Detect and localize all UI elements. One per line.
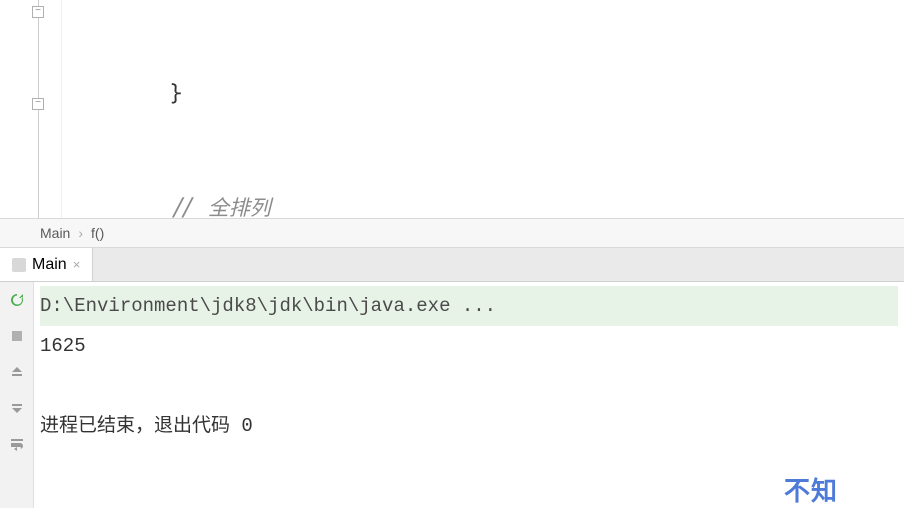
soft-wrap-icon[interactable] bbox=[7, 434, 27, 454]
code-area[interactable]: } // 全排列 for (int i = k; i < a.length; i… bbox=[62, 0, 904, 218]
down-stack-icon[interactable] bbox=[7, 398, 27, 418]
run-console-tabs: Main × bbox=[0, 248, 904, 282]
close-icon[interactable]: × bbox=[73, 257, 81, 272]
console-output-line: 1625 bbox=[40, 326, 898, 366]
tab-main[interactable]: Main × bbox=[0, 248, 93, 281]
breadcrumb-item[interactable]: f() bbox=[91, 225, 104, 241]
chevron-right-icon: › bbox=[78, 225, 83, 241]
console-toolbar bbox=[0, 282, 34, 508]
code-editor: − − } // 全排列 for (int i = k; i < a.lengt… bbox=[0, 0, 904, 218]
tab-label: Main bbox=[32, 256, 67, 274]
fold-toggle-icon[interactable]: − bbox=[32, 6, 44, 18]
fold-toggle-icon[interactable]: − bbox=[32, 98, 44, 110]
stop-icon[interactable] bbox=[7, 326, 27, 346]
console-panel: D:\Environment\jdk8\jdk\bin\java.exe ...… bbox=[0, 282, 904, 508]
console-exit-line: 进程已结束，退出代码 0 bbox=[40, 406, 898, 446]
breadcrumb[interactable]: Main › f() bbox=[0, 218, 904, 248]
rerun-icon[interactable] bbox=[7, 290, 27, 310]
breadcrumb-item[interactable]: Main bbox=[40, 225, 70, 241]
up-stack-icon[interactable] bbox=[7, 362, 27, 382]
code-line: // 全排列 bbox=[70, 190, 904, 218]
console-command-line: D:\Environment\jdk8\jdk\bin\java.exe ... bbox=[40, 286, 898, 326]
code-line: } bbox=[70, 76, 904, 114]
console-blank-line bbox=[40, 366, 898, 406]
java-class-icon bbox=[12, 258, 26, 272]
console-output[interactable]: D:\Environment\jdk8\jdk\bin\java.exe ...… bbox=[34, 282, 904, 508]
editor-gutter: − − bbox=[0, 0, 62, 218]
watermark-text: 不知 bbox=[784, 471, 904, 508]
